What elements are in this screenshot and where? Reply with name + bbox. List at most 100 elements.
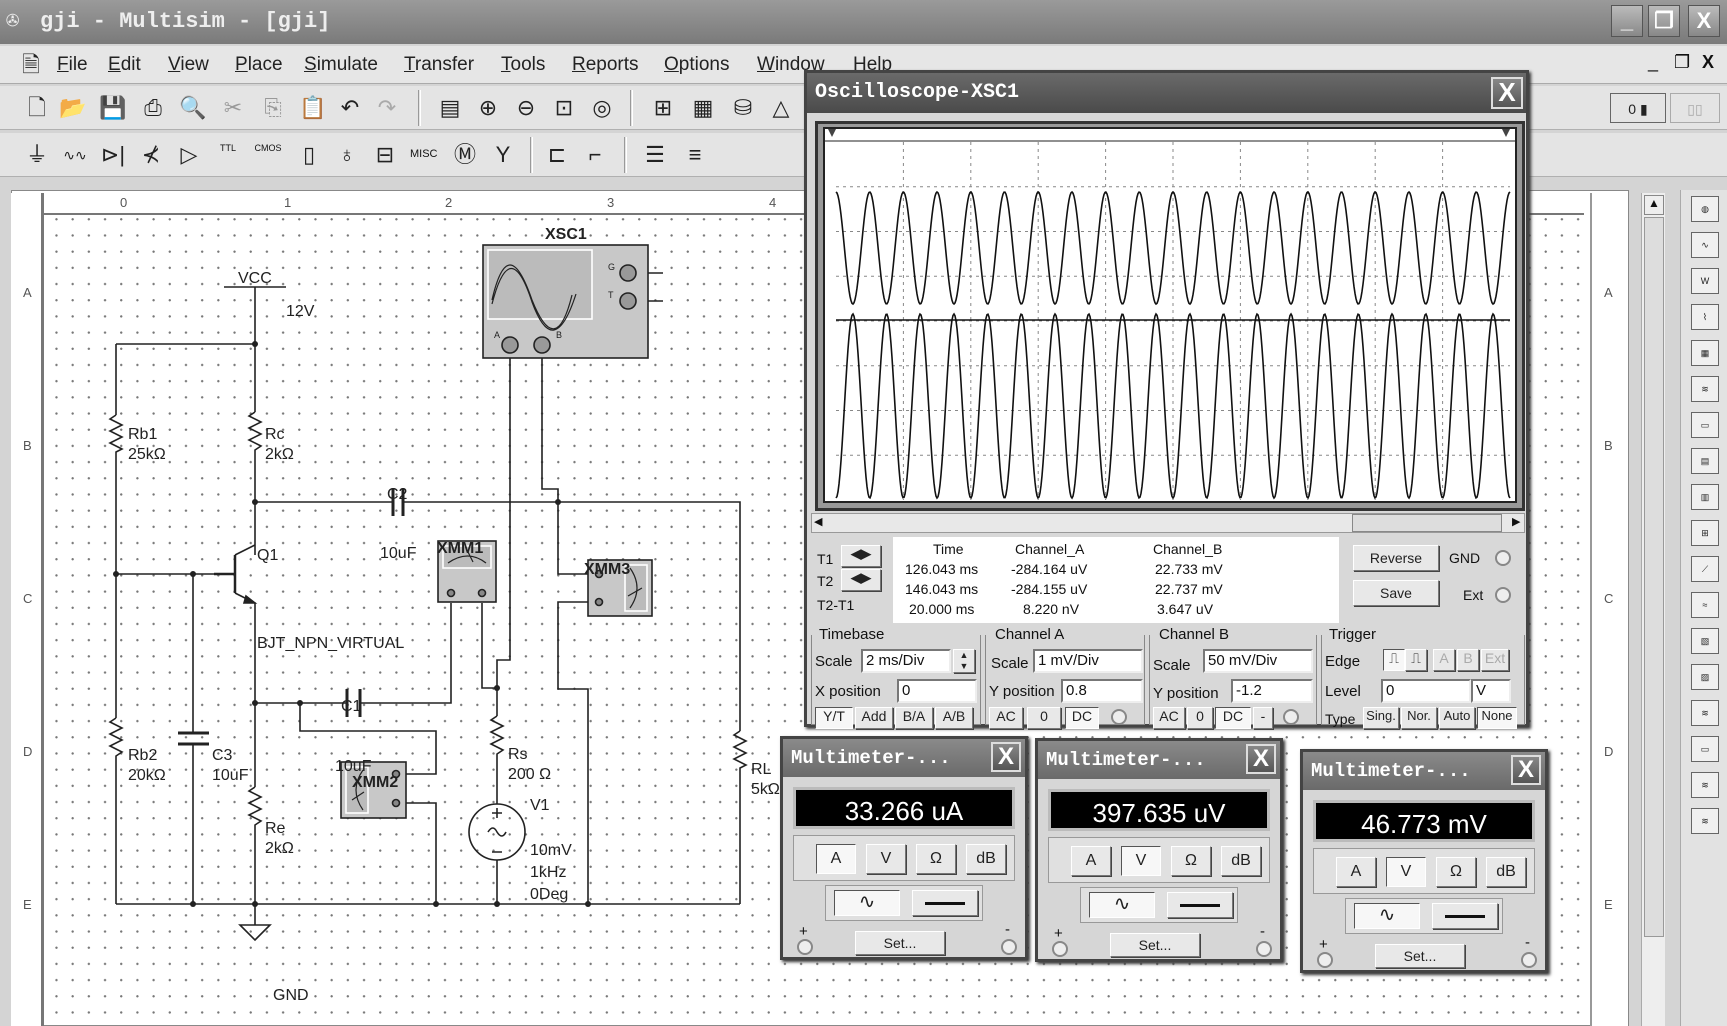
iv-analyzer-icon[interactable]: ⟋ (1691, 556, 1719, 582)
bode-plotter-icon[interactable]: ≋ (1691, 376, 1719, 402)
t1-arrows-button[interactable]: ◀▶ (841, 545, 881, 567)
scroll-left-icon[interactable]: ◀ (814, 515, 822, 528)
minus-terminal[interactable] (1001, 939, 1017, 955)
mode-ohm-button[interactable]: Ω (1436, 857, 1476, 887)
trigger-source-b-button[interactable]: B (1457, 649, 1479, 671)
ac-mode-icon[interactable]: ∿ (834, 890, 900, 916)
mode-ohm-button[interactable]: Ω (916, 844, 956, 874)
multimeter-icon[interactable]: ◍ (1691, 196, 1719, 222)
mode-ba-button[interactable]: B/A (895, 707, 933, 729)
logic-analyzer-icon[interactable]: ▥ (1691, 484, 1719, 510)
mdi-close-button[interactable]: X (1702, 52, 1714, 73)
type-normal-button[interactable]: Nor. (1401, 707, 1437, 729)
pause-icon[interactable]: ▯▯ (1670, 93, 1720, 123)
scrollbar-thumb[interactable] (1644, 217, 1664, 937)
mode-a-button[interactable]: A (1336, 857, 1376, 887)
t2-arrows-button[interactable]: ◀▶ (841, 569, 881, 591)
timebase-scale-input[interactable]: 2 ms/Div (861, 649, 951, 673)
scrollbar-thumb[interactable] (1352, 514, 1502, 532)
network-analyzer-icon[interactable]: ▨ (1691, 664, 1719, 690)
oscilloscope-screen[interactable] (815, 121, 1525, 511)
multimeter-close-button[interactable]: X (1511, 755, 1541, 785)
falling-edge-icon[interactable]: ⎍ (1405, 649, 1427, 671)
agilent-oscilloscope-icon[interactable]: ≋ (1691, 772, 1719, 798)
mode-v-button[interactable]: V (1386, 857, 1426, 887)
scroll-right-icon[interactable]: ▶ (1512, 515, 1520, 528)
mode-yt-button[interactable]: Y/T (815, 707, 853, 729)
trigger-source-ext-button[interactable]: Ext (1481, 649, 1509, 671)
channel-a-ac-button[interactable]: AC (989, 707, 1023, 729)
channel-a-dc-button[interactable]: DC (1065, 707, 1099, 729)
channel-b-ypos-input[interactable]: -1.2 (1231, 679, 1313, 703)
mode-ohm-button[interactable]: Ω (1171, 846, 1211, 876)
scroll-up-icon[interactable]: ▲ (1644, 195, 1664, 215)
set-button[interactable]: Set... (1110, 933, 1200, 957)
plus-terminal[interactable] (1052, 941, 1068, 957)
reverse-button[interactable]: Reverse (1353, 545, 1439, 571)
mdi-restore-button[interactable]: ❐ (1674, 52, 1690, 73)
ac-mode-icon[interactable]: ∿ (1354, 903, 1420, 929)
logic-converter-icon[interactable]: ⊞ (1691, 520, 1719, 546)
channel-b-terminal[interactable] (1283, 709, 1299, 725)
channel-b-zero-button[interactable]: 0 (1187, 707, 1213, 729)
plus-terminal[interactable] (797, 939, 813, 955)
channel-b-scale-input[interactable]: 50 mV/Div (1203, 649, 1313, 673)
spectrum-analyzer-icon[interactable]: ▧ (1691, 628, 1719, 654)
oscilloscope-close-button[interactable]: X (1491, 77, 1523, 109)
plus-terminal[interactable] (1317, 952, 1333, 968)
channel-b-ac-button[interactable]: AC (1153, 707, 1185, 729)
mode-a-button[interactable]: A (1071, 846, 1111, 876)
mode-db-button[interactable]: dB (966, 844, 1006, 874)
multimeter-titlebar[interactable]: Multimeter-... (1303, 752, 1545, 790)
minus-terminal[interactable] (1256, 941, 1272, 957)
multimeter-titlebar[interactable]: Multimeter-... (1038, 741, 1280, 779)
x-position-input[interactable]: 0 (897, 679, 977, 703)
frequency-counter-icon[interactable]: ▭ (1691, 412, 1719, 438)
dc-mode-icon[interactable] (1167, 892, 1233, 918)
oscilloscope-icon[interactable]: ⌇ (1691, 304, 1719, 330)
trigger-source-a-button[interactable]: A (1433, 649, 1455, 671)
simulate-switch-icon[interactable]: 0 ▮ (1610, 93, 1666, 123)
mode-ab-button[interactable]: A/B (935, 707, 973, 729)
type-none-button[interactable]: None (1477, 707, 1517, 729)
minus-terminal[interactable] (1521, 952, 1537, 968)
mode-db-button[interactable]: dB (1486, 857, 1526, 887)
vertical-scrollbar[interactable]: ▲ (1641, 193, 1665, 1026)
function-generator-icon[interactable]: ∿ (1691, 232, 1719, 258)
dc-mode-icon[interactable] (912, 890, 978, 916)
restore-button[interactable]: ❐ (1648, 5, 1680, 37)
channel-b-dc-button[interactable]: DC (1215, 707, 1251, 729)
ac-mode-icon[interactable]: ∿ (1089, 892, 1155, 918)
level-input[interactable]: 0 (1381, 679, 1471, 703)
multimeter-close-button[interactable]: X (1246, 744, 1276, 774)
close-button[interactable]: X (1688, 5, 1720, 37)
tektronix-oscilloscope-icon[interactable]: ≋ (1691, 808, 1719, 834)
word-generator-icon[interactable]: ▤ (1691, 448, 1719, 474)
mode-v-button[interactable]: V (1121, 846, 1161, 876)
mdi-minimize-button[interactable]: _ (1648, 52, 1658, 73)
dc-mode-icon[interactable] (1432, 903, 1498, 929)
mode-add-button[interactable]: Add (855, 707, 893, 729)
multimeter-close-button[interactable]: X (991, 742, 1021, 772)
channel-a-zero-button[interactable]: 0 (1027, 707, 1061, 729)
mode-db-button[interactable]: dB (1221, 846, 1261, 876)
time-scrollbar[interactable]: ◀ ▶ (811, 513, 1525, 533)
channel-a-terminal[interactable] (1111, 709, 1127, 725)
channel-a-ypos-input[interactable]: 0.8 (1061, 679, 1143, 703)
distortion-analyzer-icon[interactable]: ≈ (1691, 592, 1719, 618)
level-unit-select[interactable]: V (1471, 679, 1511, 703)
gnd-terminal[interactable] (1495, 550, 1511, 566)
channel-b-minus-button[interactable]: - (1253, 707, 1273, 729)
ext-terminal[interactable] (1495, 587, 1511, 603)
set-button[interactable]: Set... (855, 931, 945, 955)
agilent-function-generator-icon[interactable]: ≋ (1691, 700, 1719, 726)
mode-a-button[interactable]: A (816, 844, 856, 874)
save-button[interactable]: Save (1353, 580, 1439, 606)
type-single-button[interactable]: Sing. (1363, 707, 1399, 729)
multimeter-titlebar[interactable]: Multimeter-... (783, 739, 1025, 777)
minimize-button[interactable]: _ (1611, 5, 1643, 37)
channel-a-scale-input[interactable]: 1 mV/Div (1033, 649, 1143, 673)
rising-edge-icon[interactable]: ⎍ (1383, 649, 1405, 671)
timebase-spinner[interactable]: ▲ ▼ (953, 649, 975, 673)
four-channel-oscilloscope-icon[interactable]: ▦ (1691, 340, 1719, 366)
